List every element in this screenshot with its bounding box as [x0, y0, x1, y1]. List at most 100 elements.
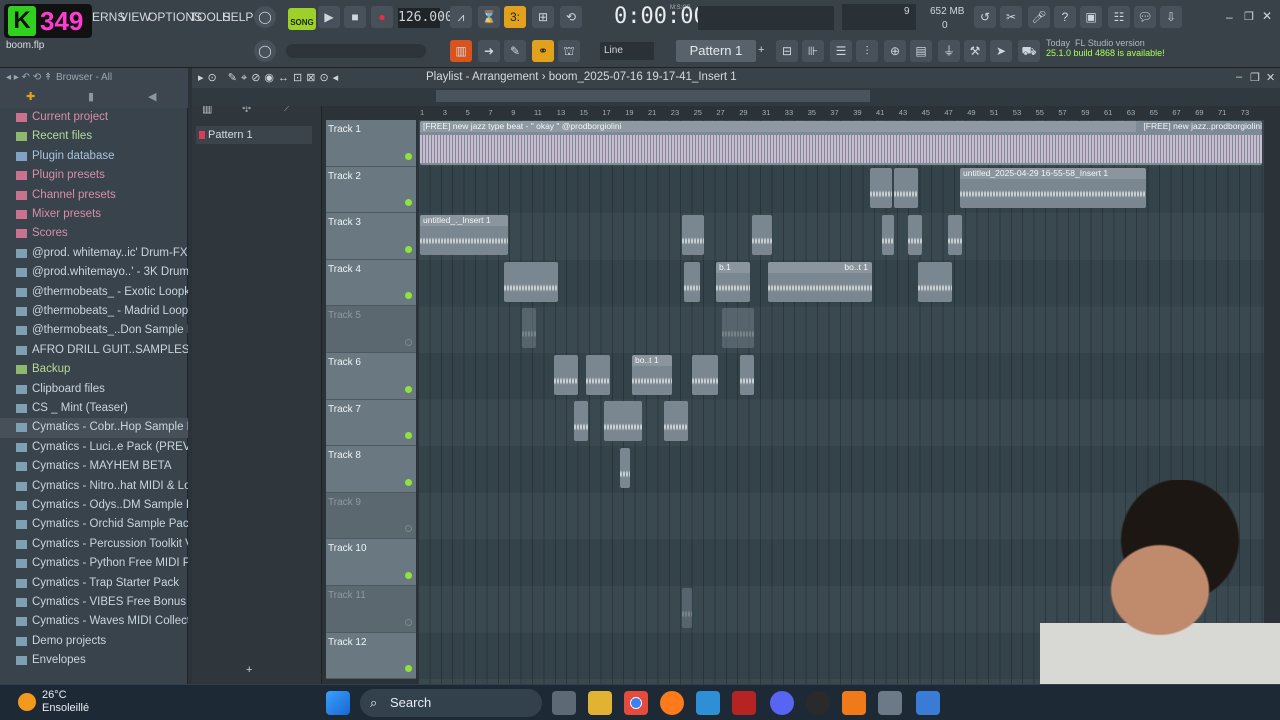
track-header[interactable]: Track 5 — [326, 306, 416, 353]
track-header[interactable]: Track 1 — [326, 120, 416, 167]
plug-icon[interactable]: ⏚ — [938, 40, 960, 62]
mixer-icon[interactable]: ☷ — [1108, 6, 1130, 28]
clip-track3-e[interactable] — [908, 215, 922, 255]
clip-track4-b[interactable] — [684, 262, 700, 302]
chat-icon[interactable]: 💬︎ — [1134, 6, 1156, 28]
track-mute-led-icon[interactable] — [405, 478, 412, 486]
clip-track7-b[interactable] — [604, 401, 642, 441]
loop-record-icon[interactable]: ⟲ — [560, 6, 582, 28]
track-mute-led-icon[interactable] — [405, 199, 412, 207]
browser-item[interactable]: CS _ Mint (Teaser) — [0, 399, 188, 418]
browser-folders-icon[interactable]: ✚ — [26, 90, 35, 103]
firefox-icon[interactable] — [660, 691, 684, 715]
windows-start-icon[interactable] — [326, 691, 350, 715]
browser-item[interactable]: Plugin database — [0, 147, 188, 166]
clip-track2-a[interactable] — [870, 168, 892, 208]
metronome-icon[interactable]: ⩘ — [450, 6, 472, 28]
settings-icon[interactable] — [878, 691, 902, 715]
piano-roll-icon[interactable]: ▥ — [450, 40, 472, 62]
discord-icon[interactable] — [770, 691, 794, 715]
clip-track2-main[interactable]: untitled_2025-04-29 16-55-58_Insert 1 — [960, 168, 1146, 208]
track-header[interactable]: Track 8 — [326, 446, 416, 493]
stamp-icon[interactable]: ⛫ — [558, 40, 580, 62]
record-icon[interactable]: ● — [371, 6, 393, 28]
track-header[interactable]: Track 10 — [326, 539, 416, 586]
track-mute-led-icon[interactable] — [405, 665, 412, 673]
minimize-icon[interactable]: – — [1226, 10, 1233, 24]
pencil-icon[interactable]: ✎ — [504, 40, 526, 62]
download-icon[interactable]: ⇩ — [1160, 6, 1182, 28]
file-explorer-icon[interactable] — [588, 691, 612, 715]
browser-item[interactable]: Envelopes — [0, 651, 188, 670]
playlist-tools-icon[interactable]: ▸⊙ ✎⌖⊘◉↔⊡⊠⊙◂ — [198, 71, 342, 85]
pattern-select[interactable]: Pattern 1 — [676, 40, 756, 62]
browser-item[interactable]: Cymatics - Python Free MIDI Pack — [0, 554, 188, 573]
send-icon[interactable]: ➤ — [990, 40, 1012, 62]
cut-icon[interactable]: ✂ — [1000, 6, 1022, 28]
weather-widget[interactable]: 26°C Ensoleillé — [42, 689, 89, 715]
track-header[interactable]: Track 11 — [326, 586, 416, 633]
clip-track6-e[interactable] — [740, 355, 754, 395]
sliders-icon[interactable]: ⫶ — [856, 40, 878, 62]
browser-item[interactable]: @prod.whitemayo..' - 3K Drum Kit — [0, 263, 188, 282]
close-icon[interactable]: ✕ — [1262, 9, 1272, 23]
menu-view[interactable]: VIEW — [120, 10, 151, 24]
clip-track7-a[interactable] — [574, 401, 588, 441]
track-mute-led-icon[interactable] — [405, 292, 412, 300]
clip-track5-b[interactable] — [722, 308, 754, 348]
snap-select[interactable]: Line — [600, 42, 654, 60]
arrow-right-icon[interactable]: ➜ — [478, 40, 500, 62]
microphone-icon[interactable]: 🎤︎ — [1028, 6, 1050, 28]
browser-icon[interactable]: ▤ — [910, 40, 932, 62]
browser-item[interactable]: Cymatics - VIBES Free Bonus Pack — [0, 593, 188, 612]
chrome-icon[interactable] — [624, 691, 648, 715]
help-icon[interactable]: ? — [1054, 6, 1076, 28]
browser-item[interactable]: Channel presets — [0, 186, 188, 205]
track-header[interactable]: Track 6 — [326, 353, 416, 400]
tools-icon[interactable]: ⚒ — [964, 40, 986, 62]
browser-item[interactable]: @thermobeats_ - Exotic Loopkit — [0, 283, 188, 302]
browser-item[interactable]: Cymatics - Odys..DM Sample Pack — [0, 496, 188, 515]
clip-track11-a[interactable] — [682, 588, 692, 628]
browser-item[interactable]: @thermobeats_ - Madrid Loop Kit — [0, 302, 188, 321]
pattern-item[interactable]: Pattern 1 — [196, 126, 312, 144]
clip-track3-f[interactable] — [948, 215, 962, 255]
calculator-icon[interactable] — [916, 691, 940, 715]
clip-track2-b[interactable] — [894, 168, 918, 208]
playlist-icon[interactable]: ⊟ — [776, 40, 798, 62]
clip-track4-a[interactable] — [504, 262, 558, 302]
clip-track6-d[interactable] — [692, 355, 718, 395]
master-volume-slider[interactable] — [286, 44, 426, 58]
maximize-icon[interactable]: ❐ — [1244, 10, 1254, 23]
browser-file-icon[interactable]: ▮ — [88, 90, 94, 103]
track-header[interactable]: Track 12 — [326, 632, 416, 680]
obs-icon[interactable] — [806, 691, 830, 715]
clip-track1-end[interactable]: [FREE] new jazz..prodborgiolini — [1136, 121, 1262, 133]
app-red-icon[interactable] — [732, 691, 756, 715]
clip-track7-c[interactable] — [664, 401, 688, 441]
clip-track4-d[interactable]: bo..t 1 — [768, 262, 872, 302]
wait-input-icon[interactable]: ⌛ — [478, 6, 500, 28]
clip-track4-e[interactable] — [918, 262, 952, 302]
browser-item[interactable]: Plugin presets — [0, 166, 188, 185]
shop-icon[interactable]: ⛟ — [1018, 40, 1040, 62]
browser-item[interactable]: Cymatics - Waves MIDI Collection — [0, 612, 188, 631]
browser-item[interactable]: AFRO DRILL GUIT..SAMPLES VOL. 1 — [0, 341, 188, 360]
track-header[interactable]: Track 7 — [326, 399, 416, 447]
routing-icon[interactable]: ⊕ — [884, 40, 906, 62]
track-header[interactable]: Track 9 — [326, 492, 416, 540]
channel-rack-icon[interactable]: ⊪ — [802, 40, 824, 62]
clip-track3-c[interactable] — [752, 215, 772, 255]
browser-item[interactable]: @thermobeats_..Don Sample Pack — [0, 321, 188, 340]
track-mute-led-icon[interactable] — [405, 338, 412, 346]
arrangement-name[interactable]: boom_2025-07-16 19-17-41_Insert 1 — [549, 71, 737, 83]
menu-help[interactable]: HELP — [222, 10, 253, 24]
browser-item[interactable]: Clipboard files — [0, 380, 188, 399]
add-pattern-icon[interactable]: + — [758, 44, 764, 56]
timeline-ruler[interactable]: 1 3 5 7 9 11 13 15 17 19 21 23 25 27 29 31 33 35 37 39 41 43 4… — [418, 106, 1264, 120]
clip-track3-d[interactable] — [882, 215, 894, 255]
clip-track4-c[interactable]: b.1 — [716, 262, 750, 302]
browser-arrows-icon[interactable]: ◂ ▸ ↶ ⟲ ↟ — [6, 72, 52, 83]
browser-item[interactable]: Cymatics - Nitro..hat MIDI & Loops — [0, 477, 188, 496]
clip-track5-a[interactable] — [522, 308, 536, 348]
